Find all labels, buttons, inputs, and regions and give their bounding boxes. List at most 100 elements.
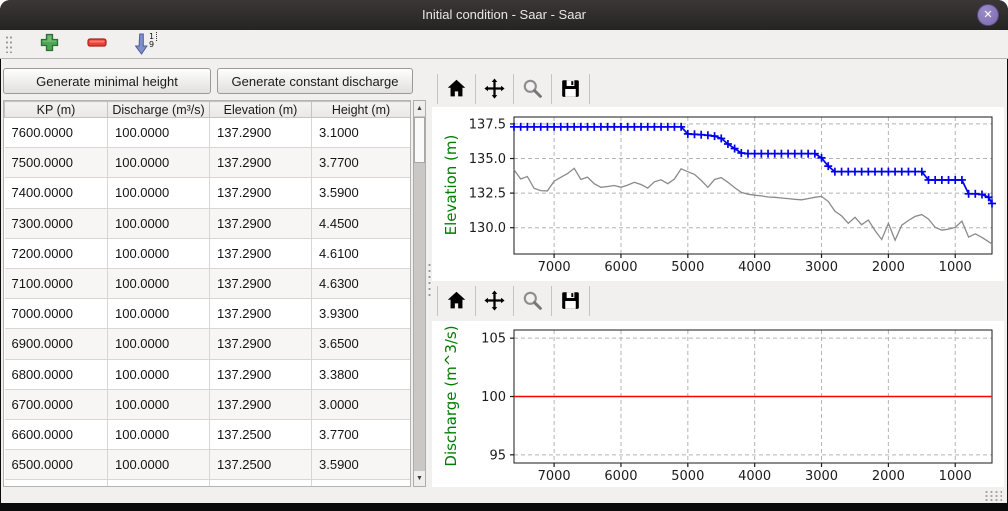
table-cell[interactable]: 3.6500 bbox=[312, 329, 411, 359]
table-cell[interactable]: 100.0000 bbox=[108, 148, 210, 178]
table-cell[interactable]: 100.0000 bbox=[108, 419, 210, 449]
pan-button[interactable] bbox=[484, 290, 506, 312]
table-cell[interactable]: 3.0000 bbox=[312, 389, 411, 419]
table-row: 7500.0000100.0000137.29003.7700 bbox=[5, 148, 411, 178]
table-row: 7300.0000100.0000137.29004.4500 bbox=[5, 208, 411, 238]
table-row: 6600.0000100.0000137.25003.7700 bbox=[5, 419, 411, 449]
table-cell[interactable]: 137.2900 bbox=[210, 329, 312, 359]
scroll-up-button[interactable]: ▲ bbox=[414, 101, 425, 116]
table-cell[interactable]: 3.5900 bbox=[312, 450, 411, 480]
table-cell[interactable]: 100.0000 bbox=[108, 118, 210, 148]
home-button[interactable] bbox=[446, 78, 468, 100]
svg-text:137.5: 137.5 bbox=[469, 117, 506, 132]
table-cell[interactable]: 100.0000 bbox=[108, 178, 210, 208]
window-bottom-border bbox=[0, 503, 1008, 511]
table-cell[interactable]: 100.0000 bbox=[108, 450, 210, 480]
table-cell[interactable] bbox=[108, 480, 210, 487]
table-cell[interactable]: 100.0000 bbox=[108, 208, 210, 238]
table-cell[interactable] bbox=[5, 480, 108, 487]
minus-icon bbox=[87, 33, 107, 52]
table-cell[interactable]: 3.1000 bbox=[312, 118, 411, 148]
pan-button[interactable] bbox=[484, 78, 506, 100]
table-cell[interactable]: 137.2900 bbox=[210, 178, 312, 208]
svg-text:5000: 5000 bbox=[671, 469, 704, 484]
svg-text:7000: 7000 bbox=[538, 260, 571, 275]
table-cell[interactable]: 137.2500 bbox=[210, 450, 312, 480]
discharge-chart-canvas[interactable]: 700060005000400030002000100010510095 bbox=[432, 321, 1004, 487]
column-header[interactable]: Elevation (m) bbox=[210, 102, 312, 118]
move-icon bbox=[484, 290, 505, 311]
table-cell[interactable]: 6600.0000 bbox=[5, 419, 108, 449]
table-cell[interactable]: 3.9300 bbox=[312, 299, 411, 329]
table-cell[interactable]: 137.2900 bbox=[210, 208, 312, 238]
generate-constant-discharge-button[interactable]: Generate constant discharge bbox=[217, 68, 413, 94]
table-cell[interactable]: 4.6300 bbox=[312, 268, 411, 298]
table-cell[interactable]: 100.0000 bbox=[108, 299, 210, 329]
table-cell[interactable]: 7600.0000 bbox=[5, 118, 108, 148]
table-cell[interactable]: 137.2900 bbox=[210, 359, 312, 389]
table-cell[interactable]: 137.2900 bbox=[210, 299, 312, 329]
sort-rows-button[interactable]: 1 9 bbox=[135, 33, 159, 55]
table-cell[interactable]: 3.5900 bbox=[312, 178, 411, 208]
table-cell[interactable]: 7500.0000 bbox=[5, 148, 108, 178]
column-header[interactable]: Height (m) bbox=[312, 102, 411, 118]
zoom-button[interactable] bbox=[522, 290, 544, 312]
title-bar[interactable]: Initial condition - Saar - Saar ✕ bbox=[0, 0, 1008, 30]
table-cell[interactable]: 100.0000 bbox=[108, 238, 210, 268]
table-cell[interactable]: 3.3800 bbox=[312, 359, 411, 389]
scroll-down-button[interactable]: ▼ bbox=[414, 471, 425, 486]
column-header[interactable]: KP (m) bbox=[5, 102, 108, 118]
table-cell[interactable]: 6800.0000 bbox=[5, 359, 108, 389]
zoom-button[interactable] bbox=[522, 78, 544, 100]
table-cell[interactable]: 137.2500 bbox=[210, 419, 312, 449]
table-cell[interactable]: 100.0000 bbox=[108, 329, 210, 359]
table-cell[interactable] bbox=[312, 480, 411, 487]
table-cell[interactable]: 100.0000 bbox=[108, 359, 210, 389]
save-button[interactable] bbox=[560, 290, 582, 312]
svg-text:4000: 4000 bbox=[738, 260, 771, 275]
table-cell[interactable] bbox=[210, 480, 312, 487]
sort-1-9-label: 1 9 bbox=[149, 33, 158, 55]
svg-text:4000: 4000 bbox=[738, 469, 771, 484]
table-cell[interactable]: 137.2900 bbox=[210, 389, 312, 419]
save-button[interactable] bbox=[560, 78, 582, 100]
save-icon bbox=[560, 78, 581, 99]
add-row-button[interactable] bbox=[37, 33, 61, 55]
table-cell[interactable]: 137.2900 bbox=[210, 238, 312, 268]
table-cell[interactable]: 7200.0000 bbox=[5, 238, 108, 268]
column-header[interactable]: Discharge (m³/s) bbox=[108, 102, 210, 118]
resize-grip[interactable] bbox=[984, 490, 1002, 503]
table-cell[interactable]: 7400.0000 bbox=[5, 178, 108, 208]
home-button[interactable] bbox=[446, 290, 468, 312]
table-row: 7400.0000100.0000137.29003.5900 bbox=[5, 178, 411, 208]
table-cell[interactable]: 137.2900 bbox=[210, 148, 312, 178]
elevation-chart-canvas[interactable]: 7000600050004000300020001000137.5135.013… bbox=[432, 107, 1004, 281]
initial-condition-table: KP (m)Discharge (m³/s)Elevation (m)Heigh… bbox=[3, 100, 411, 487]
toolbar-drag-handle[interactable] bbox=[5, 35, 13, 53]
table-cell[interactable]: 4.6100 bbox=[312, 238, 411, 268]
generate-minimal-height-button[interactable]: Generate minimal height bbox=[3, 68, 211, 94]
table-cell[interactable]: 4.4500 bbox=[312, 208, 411, 238]
close-button[interactable]: ✕ bbox=[977, 4, 999, 26]
table-cell[interactable]: 7100.0000 bbox=[5, 268, 108, 298]
sort-arrow-icon bbox=[135, 33, 148, 55]
table-cell[interactable]: 7000.0000 bbox=[5, 299, 108, 329]
table-cell[interactable]: 100.0000 bbox=[108, 389, 210, 419]
app-window: Initial condition - Saar - Saar ✕ 1 bbox=[0, 0, 1008, 511]
table-cell[interactable]: 3.7700 bbox=[312, 148, 411, 178]
table-scrollbar[interactable]: ▲ ▼ bbox=[413, 100, 426, 487]
table-cell[interactable]: 137.2900 bbox=[210, 268, 312, 298]
table-cell[interactable]: 6700.0000 bbox=[5, 389, 108, 419]
table-cell[interactable]: 7300.0000 bbox=[5, 208, 108, 238]
svg-text:5000: 5000 bbox=[671, 260, 704, 275]
table-row: 7600.0000100.0000137.29003.1000 bbox=[5, 118, 411, 148]
scrollbar-thumb[interactable] bbox=[414, 117, 425, 163]
remove-row-button[interactable] bbox=[85, 33, 109, 55]
table-cell[interactable]: 137.2900 bbox=[210, 118, 312, 148]
table-cell[interactable]: 3.7700 bbox=[312, 419, 411, 449]
table-cell[interactable]: 6500.0000 bbox=[5, 450, 108, 480]
table-cell[interactable]: 6900.0000 bbox=[5, 329, 108, 359]
svg-text:7000: 7000 bbox=[538, 469, 571, 484]
save-icon bbox=[560, 290, 581, 311]
table-cell[interactable]: 100.0000 bbox=[108, 268, 210, 298]
